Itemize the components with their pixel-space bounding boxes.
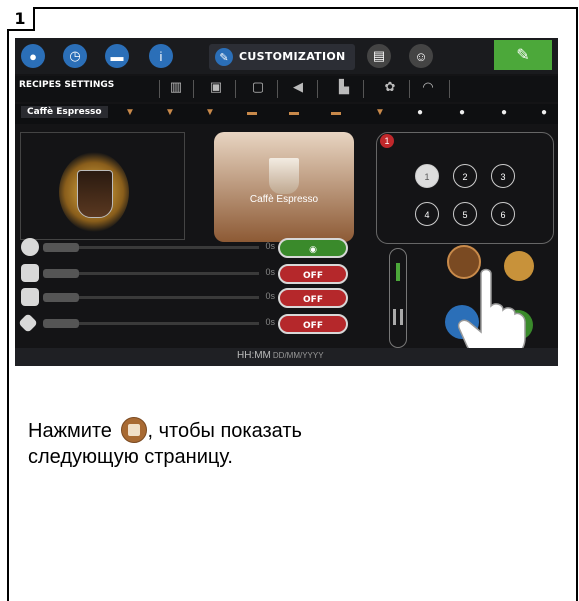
setting-row-water-temp: 0s OFF — [15, 288, 365, 310]
divider — [277, 80, 278, 98]
recipe-button-2[interactable]: 2 — [453, 164, 477, 188]
setting-row-tablet: 0s OFF — [15, 313, 365, 336]
instruction-caption: Нажмите , чтобы показать следующую стран… — [28, 417, 548, 470]
pencil-icon: ✎ — [215, 48, 233, 66]
tablet-icon — [18, 313, 38, 333]
espresso-glass-icon — [77, 170, 113, 218]
setting-time: 0s — [265, 317, 275, 327]
recipe-button-1[interactable]: 1 — [415, 164, 439, 188]
wrench-icon[interactable]: ✎ — [494, 40, 552, 70]
info-icon[interactable]: i — [149, 44, 173, 68]
recipe-button-6[interactable]: 6 — [491, 202, 515, 226]
off-toggle-button[interactable]: OFF — [278, 288, 348, 308]
cup-icon[interactable]: ▬ — [105, 44, 129, 68]
slider-knob[interactable] — [396, 263, 400, 281]
setting-row-coffee: 0s ◉ — [15, 238, 365, 260]
wifi-icon[interactable]: ◠ — [417, 79, 439, 99]
divider — [193, 80, 194, 98]
pointing-hand-icon — [457, 268, 526, 361]
caption-text-before: Нажмите — [28, 420, 118, 442]
palette-icon[interactable]: ✿ — [379, 79, 401, 99]
vertical-slider[interactable] — [389, 248, 407, 348]
user-icon[interactable]: ☺ — [409, 44, 433, 68]
recipe-number-panel — [376, 132, 554, 244]
beverage-preview-name: Caffè Espresso — [249, 194, 319, 205]
water-temp-icon — [21, 288, 39, 306]
beverage-cup-icon[interactable]: ▬ — [289, 108, 301, 118]
recipes-settings-bar: RECIPES SETTINGS ▥ ▣ ▢ ◀ ▙ ✿ ◠ — [15, 76, 558, 102]
step-number-badge: 1 — [7, 7, 35, 31]
status-bar: HH:MM DD/MM/YYYY — [15, 348, 558, 366]
speaker-icon[interactable]: ◀ — [287, 79, 309, 99]
slider-handle[interactable] — [43, 293, 79, 302]
recipe-count-badge: 1 — [380, 134, 394, 148]
pause-icon — [393, 309, 403, 325]
status-clock: HH:MM DD/MM/YYYY — [237, 350, 324, 361]
top-navigation-bar: ● ◷ ▬ i ✎ CUSTOMIZATION ▤ ☺ ✎ — [15, 38, 558, 74]
divider — [317, 80, 318, 98]
setting-row-milk-temp: 0s OFF — [15, 264, 365, 286]
tab-customization-label: CUSTOMIZATION — [239, 50, 346, 63]
recipe-button-5[interactable]: 5 — [453, 202, 477, 226]
off-toggle-button[interactable]: OFF — [278, 264, 348, 284]
beverage-cup-icon[interactable]: ● — [417, 108, 429, 118]
recipe-button-4[interactable]: 4 — [415, 202, 439, 226]
beverage-cup-icon[interactable]: ● — [501, 108, 513, 118]
beverage-cup-icon[interactable]: ▼ — [375, 108, 387, 118]
beverage-cup-icon[interactable]: ▼ — [165, 108, 177, 118]
beverage-selected-label[interactable]: Caffè Espresso — [21, 106, 108, 118]
caption-line-2: следующую страницу. — [28, 446, 233, 468]
slider-handle[interactable] — [43, 243, 79, 252]
status-time: HH:MM — [237, 350, 271, 361]
slider-handle[interactable] — [43, 269, 79, 278]
drop-icon[interactable]: ● — [21, 44, 45, 68]
book-icon[interactable]: ▥ — [165, 79, 187, 99]
beverage-cup-icon[interactable]: ▬ — [331, 108, 343, 118]
beverage-selector-bar: Caffè Espresso ▼ ▼ ▼ ▬ ▬ ▬ ▼ ● ● ● ● — [15, 104, 558, 124]
beverage-cup-icon[interactable]: ● — [459, 108, 471, 118]
milk-icon[interactable]: ▙ — [333, 79, 355, 99]
machine-screen: ● ◷ ▬ i ✎ CUSTOMIZATION ▤ ☺ ✎ RECIPES SE… — [15, 38, 558, 366]
recipes-settings-label[interactable]: RECIPES SETTINGS — [19, 80, 114, 90]
picture-icon[interactable]: ▣ — [205, 79, 227, 99]
caption-text-after: , чтобы показать — [147, 420, 302, 442]
slider-handle[interactable] — [43, 319, 79, 328]
divider — [159, 80, 160, 98]
divider — [363, 80, 364, 98]
divider — [409, 80, 410, 98]
beverage-cup-icon[interactable]: ● — [541, 108, 553, 118]
setting-time: 0s — [265, 267, 275, 277]
status-date: DD/MM/YYYY — [272, 351, 324, 360]
beverage-preview-card[interactable]: Caffè Espresso — [214, 132, 354, 242]
milk-temp-icon — [21, 264, 39, 282]
divider — [449, 80, 450, 98]
beverage-cup-icon[interactable]: ▼ — [205, 108, 217, 118]
divider — [235, 80, 236, 98]
setting-time: 0s — [265, 241, 275, 251]
beverage-cup-icon[interactable]: ▼ — [125, 108, 137, 118]
next-page-inline-icon — [121, 417, 148, 443]
tab-customization[interactable]: ✎ CUSTOMIZATION — [209, 44, 355, 70]
recipe-button-3[interactable]: 3 — [491, 164, 515, 188]
off-toggle-button[interactable]: OFF — [278, 314, 348, 334]
espresso-cup-icon — [269, 158, 299, 194]
screen-icon[interactable]: ▢ — [247, 79, 269, 99]
beverage-cup-icon[interactable]: ▬ — [247, 108, 259, 118]
clock-icon[interactable]: ◷ — [63, 44, 87, 68]
setting-time: 0s — [265, 291, 275, 301]
step-number: 1 — [14, 8, 26, 28]
coffee-bean-icon — [21, 238, 39, 256]
display-icon[interactable]: ▤ — [367, 44, 391, 68]
location-toggle-button[interactable]: ◉ — [278, 238, 348, 258]
